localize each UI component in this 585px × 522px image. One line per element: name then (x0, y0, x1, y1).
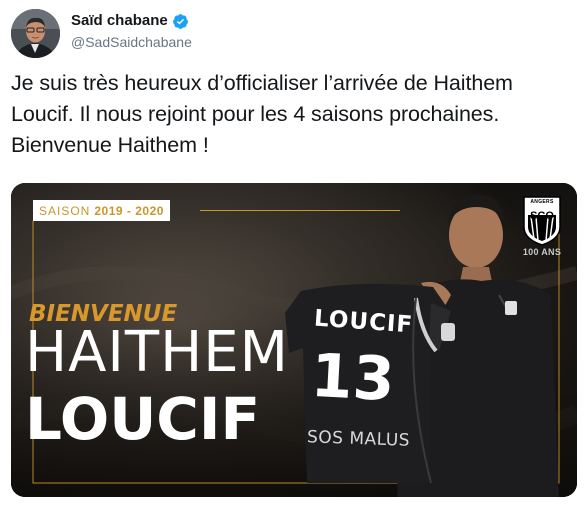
season-badge: SAISON 2019 - 2020 (33, 200, 170, 221)
author-handle[interactable]: @SadSaidchabane (71, 33, 192, 51)
club-crest-abbr: SCO (530, 210, 554, 222)
shirt-number: 13 (309, 340, 397, 416)
avatar[interactable] (11, 9, 60, 58)
shirt-sponsor: SOS MALUS (306, 427, 411, 451)
club-anniversary: 100 ANS (522, 247, 562, 257)
verified-badge-icon (172, 13, 188, 29)
player-last-name: LOUCIF (25, 385, 261, 453)
season-years: 2019 - 2020 (94, 203, 164, 218)
author-display-name[interactable]: Saïd chabane (71, 12, 189, 30)
tweet-text: Je suis très heureux d’officialiser l’ar… (11, 71, 513, 157)
author-name-text: Saïd chabane (71, 12, 168, 29)
season-divider (200, 210, 400, 211)
tweet-media-image[interactable]: SAISON 2019 - 2020 BIENVENUE HAITHEM LOU… (11, 183, 577, 497)
season-label: SAISON (39, 203, 91, 218)
player-first-name: HAITHEM (25, 320, 289, 385)
club-crest-top-text: ANGERS (530, 199, 554, 205)
tweet-card: Saïd chabane @SadSaidchabane Je suis trè… (0, 0, 585, 522)
